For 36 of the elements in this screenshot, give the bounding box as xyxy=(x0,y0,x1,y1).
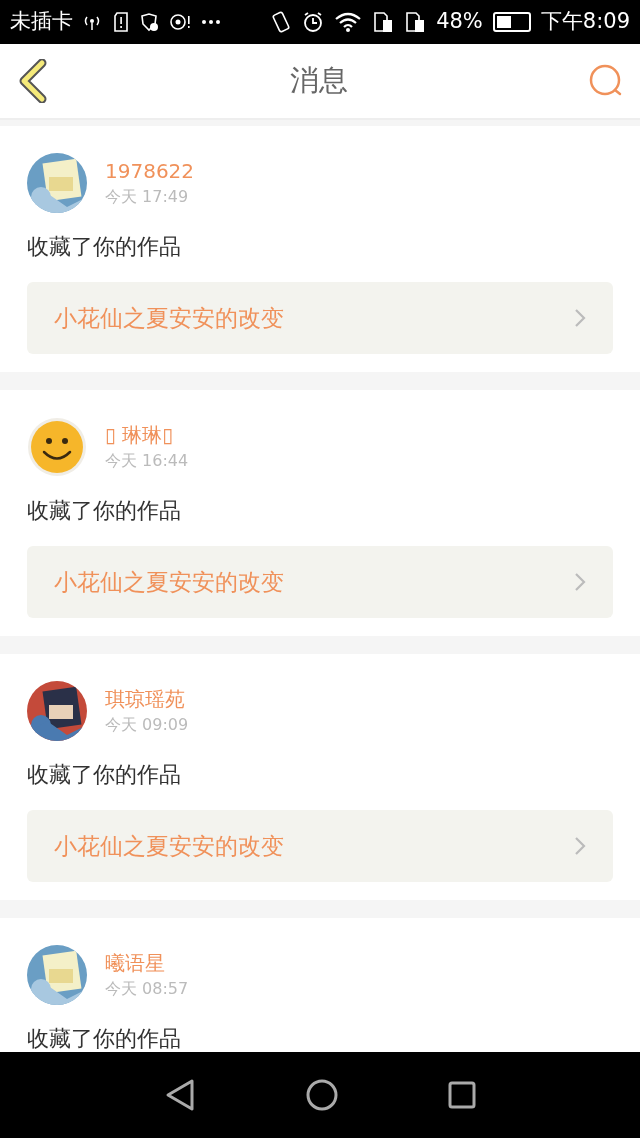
battery-percent: 48% xyxy=(436,8,483,36)
clock-text: 下午8:09 xyxy=(540,8,630,36)
vibrate-icon xyxy=(270,10,293,34)
action-text: 收藏了你的作品 xyxy=(27,233,182,261)
work-link[interactable]: 小花仙之夏安安的改变 xyxy=(27,546,613,618)
search-icon xyxy=(589,64,623,98)
page-title: 消息 xyxy=(290,62,348,100)
alarm-icon xyxy=(302,11,325,33)
shield-icon xyxy=(139,12,159,32)
sd-card-alert-icon xyxy=(113,12,129,32)
action-text: 收藏了你的作品 xyxy=(27,497,182,525)
target-alert-icon xyxy=(169,12,191,32)
message-time: 今天 09:09 xyxy=(105,714,189,736)
message-time: 今天 16:44 xyxy=(105,450,189,472)
carrier-text: 未插卡 xyxy=(10,8,73,36)
action-text: 收藏了你的作品 xyxy=(27,1025,182,1052)
chevron-right-icon xyxy=(574,572,586,592)
message-time: 今天 08:57 xyxy=(105,978,189,1000)
user-name[interactable]: ▯ 琳琳▯ xyxy=(105,421,189,449)
work-link[interactable]: 小花仙之夏安安的改变 xyxy=(27,810,613,882)
more-icon xyxy=(201,19,221,25)
chevron-right-icon xyxy=(574,836,586,856)
action-text: 收藏了你的作品 xyxy=(27,761,182,789)
recents-square-icon[interactable] xyxy=(448,1081,476,1109)
user-name[interactable]: 琪琼瑶苑 xyxy=(105,685,189,713)
message-time: 今天 17:49 xyxy=(105,186,190,208)
home-circle-icon[interactable] xyxy=(306,1079,338,1111)
back-triangle-icon[interactable] xyxy=(164,1078,196,1112)
back-icon xyxy=(18,59,48,103)
user-name[interactable]: 曦语星 xyxy=(105,949,189,977)
user-name[interactable]: 1978622 xyxy=(105,157,195,185)
smiley-icon xyxy=(27,417,87,477)
wifi-icon xyxy=(334,11,363,33)
chevron-right-icon xyxy=(574,308,586,328)
battery-icon xyxy=(492,12,531,32)
work-link[interactable]: 小花仙之夏安安的改变 xyxy=(27,282,613,354)
